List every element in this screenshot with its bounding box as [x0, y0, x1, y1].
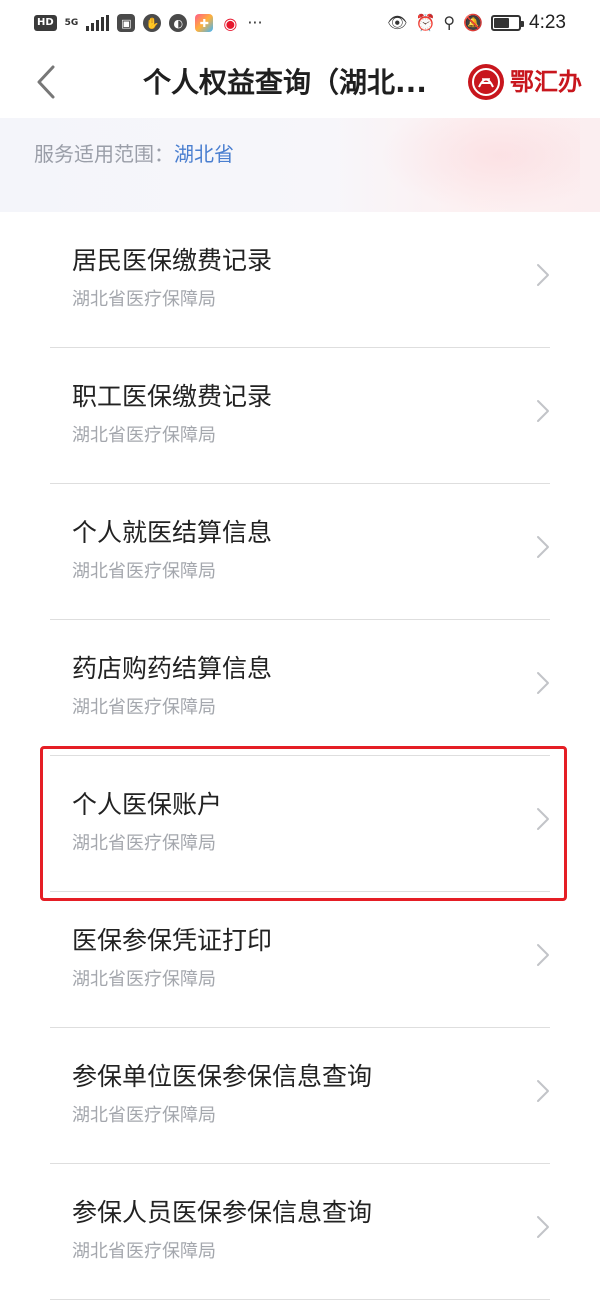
chevron-right-icon: [537, 1080, 549, 1102]
mute-bell-icon: 🔕: [463, 13, 484, 32]
service-title: 参保单位医保参保信息查询: [72, 1062, 373, 1091]
service-item-certificate-print[interactable]: 医保参保凭证打印 湖北省医疗保障局: [50, 892, 550, 1028]
chevron-right-icon: [537, 672, 549, 694]
service-provider: 湖北省医疗保障局: [72, 1105, 216, 1126]
service-title: 个人医保账户: [72, 790, 223, 819]
service-title: 医保参保凭证打印: [72, 926, 273, 955]
battery-level: [494, 18, 509, 28]
service-title: 职工医保缴费记录: [72, 382, 273, 411]
eye-icon: 👁: [387, 13, 408, 32]
brand-name: 鄂汇办: [510, 67, 582, 96]
service-item-insured-person-query[interactable]: 参保人员医保参保信息查询 湖北省医疗保障局: [50, 1164, 550, 1300]
chevron-right-icon: [537, 264, 549, 286]
scope-label: 服务适用范围：: [34, 142, 174, 166]
hand-icon: ✋: [143, 14, 162, 32]
service-scope: 服务适用范围：湖北省: [34, 140, 234, 168]
status-bar-right: 👁 ⏰ ⚲ 🔕 4:23: [387, 12, 566, 34]
service-provider: 湖北省医疗保障局: [72, 561, 216, 582]
service-item-medical-settlement[interactable]: 个人就医结算信息 湖北省医疗保障局: [50, 484, 550, 620]
network-type: 5G: [64, 17, 79, 28]
service-provider: 湖北省医疗保障局: [72, 833, 216, 854]
service-item-personal-account[interactable]: 个人医保账户 湖北省医疗保障局: [50, 756, 550, 892]
chevron-right-icon: [537, 808, 549, 830]
signal-icon: [86, 15, 110, 31]
service-provider: 湖北省医疗保障局: [72, 969, 216, 990]
brand-logo-icon: [468, 64, 504, 100]
scope-banner: 服务适用范围：湖北省: [0, 118, 600, 212]
battery-icon: [491, 15, 525, 31]
back-button[interactable]: [22, 58, 70, 106]
service-item-pharmacy-settlement[interactable]: 药店购药结算信息 湖北省医疗保障局: [50, 620, 550, 756]
service-item-employee-payment[interactable]: 职工医保缴费记录 湖北省医疗保障局: [50, 348, 550, 484]
service-provider: 湖北省医疗保障局: [72, 1241, 216, 1262]
network-indicator: 5G: [64, 17, 79, 28]
chevron-right-icon: [537, 944, 549, 966]
page-title: 个人权益查询（湖北...: [143, 66, 427, 99]
weibo-icon: ◉: [221, 14, 240, 33]
alarm-icon: ⏰: [415, 13, 436, 32]
status-bar: HD 5G ▣ ✋ ◐ ✚ ◉ ··· 👁 ⏰ ⚲ 🔕 4:23: [0, 0, 600, 46]
service-title: 个人就医结算信息: [72, 518, 273, 547]
service-item-resident-payment[interactable]: 居民医保缴费记录 湖北省医疗保障局: [50, 212, 550, 348]
service-title: 居民医保缴费记录: [72, 246, 273, 275]
location-icon: ⚲: [443, 13, 456, 32]
status-time: 4:23: [529, 12, 566, 33]
chevron-right-icon: [537, 536, 549, 558]
ball-icon: ◐: [169, 14, 188, 32]
status-bar-left: HD 5G ▣ ✋ ◐ ✚ ◉ ···: [34, 13, 263, 33]
page: HD 5G ▣ ✋ ◐ ✚ ◉ ··· 👁 ⏰ ⚲ 🔕 4:23 个人权益查询（…: [0, 0, 600, 1300]
chevron-right-icon: [537, 400, 549, 422]
brand[interactable]: 鄂汇办: [466, 62, 582, 102]
chevron-right-icon: [537, 1216, 549, 1238]
service-provider: 湖北省医疗保障局: [72, 425, 216, 446]
service-list: 居民医保缴费记录 湖北省医疗保障局 职工医保缴费记录 湖北省医疗保障局 个人就医…: [0, 212, 600, 1300]
colorful-app-icon: ✚: [195, 14, 214, 32]
service-provider: 湖北省医疗保障局: [72, 697, 216, 718]
service-title: 药店购药结算信息: [72, 654, 273, 683]
service-title: 参保人员医保参保信息查询: [72, 1198, 373, 1227]
banner-decoration: [380, 118, 580, 212]
service-provider: 湖北省医疗保障局: [72, 289, 216, 310]
nav-bar: 个人权益查询（湖北... 鄂汇办: [0, 46, 600, 118]
more-notifications-icon: ···: [247, 13, 263, 32]
service-item-employer-insurance-query[interactable]: 参保单位医保参保信息查询 湖北省医疗保障局: [50, 1028, 550, 1164]
app-notification-icon: ▣: [117, 14, 136, 32]
scope-value: 湖北省: [174, 142, 234, 166]
hd-badge: HD: [34, 15, 57, 31]
chevron-left-icon: [37, 65, 55, 99]
